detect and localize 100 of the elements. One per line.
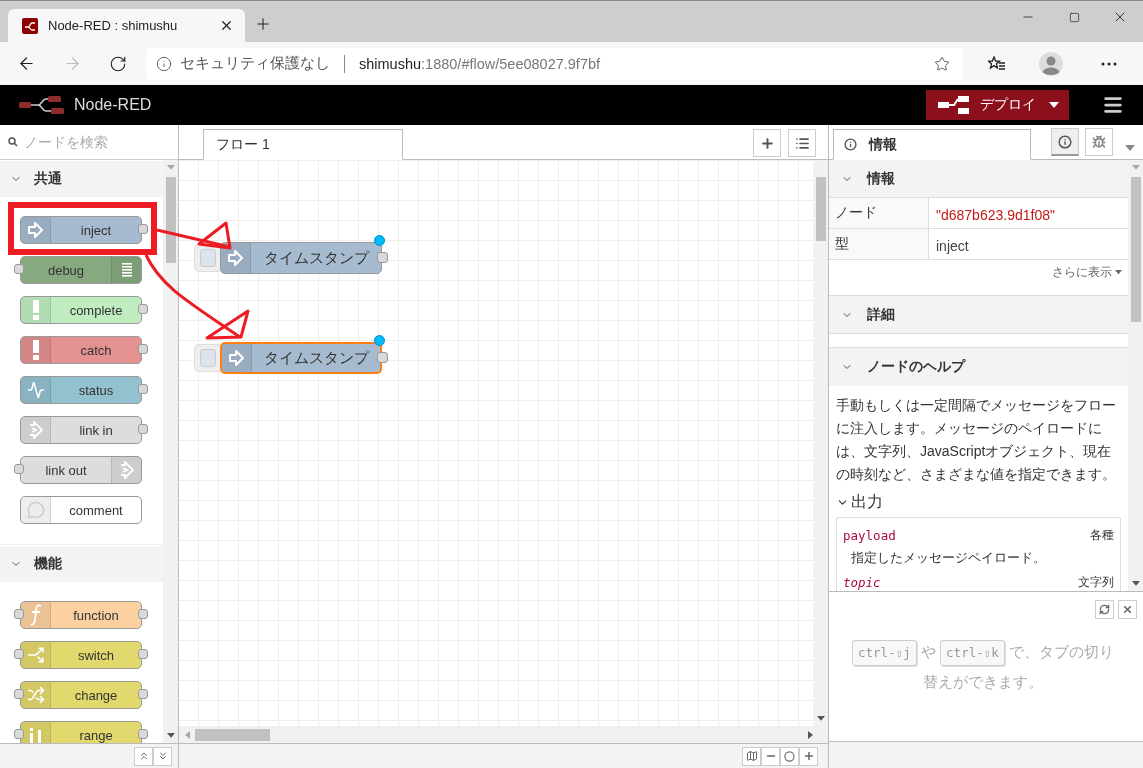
debug-tab-button[interactable] <box>1085 128 1113 156</box>
refresh-button[interactable] <box>1095 600 1114 619</box>
deploy-button[interactable]: デプロイ <box>926 90 1069 120</box>
scroll-thumb[interactable] <box>815 177 826 241</box>
output-port[interactable] <box>377 352 388 363</box>
circle-icon <box>784 750 795 762</box>
caret-icon <box>1125 145 1135 151</box>
plus-icon <box>254 15 272 33</box>
input-port[interactable] <box>14 464 24 474</box>
scroll-thumb[interactable] <box>1130 177 1141 322</box>
navigator-button[interactable] <box>742 746 761 766</box>
map-icon <box>745 750 758 762</box>
section-header[interactable]: 詳細 <box>829 296 1128 334</box>
plus-icon <box>759 135 775 151</box>
palette-node[interactable]: change <box>20 681 142 709</box>
output-port[interactable] <box>138 609 148 619</box>
inject-button[interactable] <box>194 244 220 272</box>
output-port[interactable] <box>377 252 388 263</box>
arrow-icon <box>228 350 245 366</box>
scroll-down-icon <box>816 716 825 721</box>
input-port[interactable] <box>14 689 24 699</box>
section-header[interactable]: ノードのヘルプ <box>829 348 1128 386</box>
zoom-out-button[interactable] <box>761 746 780 766</box>
arrow-icon <box>227 250 244 266</box>
tip-text: ctrl-⇧j や ctrl-⇧k で、タブの切り替えができます。 <box>829 619 1143 697</box>
close-icon <box>1122 604 1133 615</box>
flow-list-button[interactable] <box>788 129 816 157</box>
address-field[interactable]: セキュリティ保護なし shimushu:1880/#flow/5ee08027.9f7bf <box>146 47 963 80</box>
input-port[interactable] <box>14 264 24 274</box>
search-icon <box>8 137 18 147</box>
show-more-link[interactable]: さらに表示 <box>1052 264 1122 281</box>
caret-icon <box>1115 270 1122 275</box>
output-port[interactable] <box>138 384 148 394</box>
flow-node[interactable]: タイムスタンプ <box>220 342 382 374</box>
zoom-in-button[interactable] <box>799 746 818 766</box>
palette-node[interactable]: inject <box>20 216 142 244</box>
section-header[interactable]: 情報 <box>829 160 1128 198</box>
property-name: ノード <box>829 198 929 229</box>
palette-node[interactable]: link in <box>20 416 142 444</box>
collapse-all-button[interactable] <box>134 746 153 766</box>
scrollbar[interactable] <box>1128 160 1143 591</box>
security-label: セキュリティ保護なし <box>180 54 330 73</box>
scroll-thumb[interactable] <box>195 728 270 741</box>
scrollbar[interactable] <box>813 160 828 726</box>
input-port[interactable] <box>14 649 24 659</box>
palette-node[interactable]: debug <box>20 256 142 284</box>
property-type: 各種 <box>1090 526 1114 544</box>
star-icon <box>934 55 950 72</box>
scrollbar[interactable] <box>163 160 178 743</box>
output-port[interactable] <box>138 424 148 434</box>
section-title: ノードのヘルプ <box>867 358 965 376</box>
palette-node[interactable]: switch <box>20 641 142 669</box>
deploy-icon <box>938 96 970 114</box>
output-port[interactable] <box>138 224 148 234</box>
caret-icon <box>1049 102 1059 108</box>
category-title: 共通 <box>34 170 62 188</box>
palette-node[interactable]: function <box>20 601 142 629</box>
browser-tab[interactable]: Node-RED : shimushu <box>8 9 245 42</box>
output-port[interactable] <box>138 689 148 699</box>
palette-node[interactable]: range <box>20 721 142 743</box>
scroll-thumb[interactable] <box>165 177 176 263</box>
palette-node[interactable]: comment <box>20 496 142 524</box>
bug-icon <box>1092 135 1106 149</box>
output-title: 出力 <box>851 492 883 512</box>
favorites-icon <box>988 55 1006 72</box>
zoom-reset-button[interactable] <box>780 746 799 766</box>
menu-icon <box>1102 94 1124 116</box>
flow-node[interactable]: タイムスタンプ <box>220 242 382 274</box>
property-type: 文字列 <box>1078 573 1114 591</box>
palette-node[interactable]: link out <box>20 456 142 484</box>
sidebar-tab[interactable]: 情報 <box>833 129 1031 160</box>
category-header[interactable]: 共通 <box>0 160 163 197</box>
expand-all-button[interactable] <box>153 746 172 766</box>
input-port[interactable] <box>14 609 24 619</box>
output-port[interactable] <box>138 729 148 739</box>
close-button[interactable] <box>1118 600 1137 619</box>
function-icon <box>29 604 42 626</box>
lines-icon <box>121 262 132 278</box>
flow-tab[interactable]: フロー 1 <box>203 129 403 160</box>
palette-node[interactable]: complete <box>20 296 142 324</box>
scrollbar[interactable] <box>179 726 828 743</box>
scroll-down-icon <box>166 733 175 738</box>
palette-node[interactable]: catch <box>20 336 142 364</box>
flow-canvas[interactable]: タイムスタンプ タイムスタンプ <box>179 160 813 726</box>
output-port[interactable] <box>138 649 148 659</box>
info-tab-button[interactable] <box>1051 128 1079 156</box>
scroll-left-icon <box>185 730 190 739</box>
add-flow-button[interactable] <box>753 129 781 157</box>
output-port[interactable] <box>138 304 148 314</box>
output-port[interactable] <box>138 344 148 354</box>
category-header[interactable]: 機能 <box>0 545 163 582</box>
link-arrow-icon <box>28 421 43 439</box>
section-title: 情報 <box>867 169 895 188</box>
plus-icon <box>802 750 815 762</box>
shuffle-icon <box>26 686 45 704</box>
tab-title: Node-RED : shimushu <box>48 18 179 33</box>
input-port[interactable] <box>14 729 24 739</box>
scroll-down-icon <box>1131 581 1140 586</box>
scroll-up-icon <box>166 165 175 170</box>
palette-node[interactable]: status <box>20 376 142 404</box>
